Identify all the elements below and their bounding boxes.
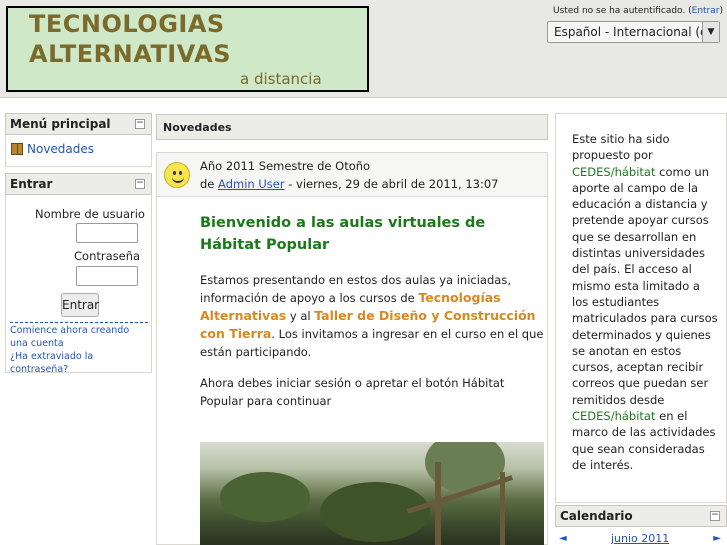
login-info-close: ) (719, 6, 723, 16)
next-month-icon[interactable]: ► (713, 533, 721, 544)
about-block: Este sitio ha sido propuesto por CEDES/h… (555, 113, 727, 503)
page-header: TECNOLOGIAS ALTERNATIVAS a distancia Ust… (0, 0, 727, 98)
login-block: Entrar − Nombre de usuario Contraseña En… (5, 173, 152, 376)
calendar-header: Calendario − (555, 505, 727, 527)
site-logo[interactable]: TECNOLOGIAS ALTERNATIVAS a distancia (6, 6, 369, 92)
author-prefix: de (200, 177, 219, 191)
news-header: Novedades (156, 114, 548, 140)
login-info-text: Usted no se ha autentificado. ( (553, 6, 692, 16)
calendar-month[interactable]: junio 2011 (611, 532, 669, 545)
collapse-icon[interactable]: − (135, 179, 145, 189)
calendar-nav: ◄ junio 2011 ► (555, 532, 727, 545)
collapse-icon[interactable]: − (135, 119, 145, 129)
menu-item-novedades[interactable]: Novedades (11, 142, 94, 156)
photo-pole (500, 472, 505, 545)
prev-month-icon[interactable]: ◄ (559, 533, 567, 544)
login-button[interactable]: Entrar (61, 293, 99, 317)
username-label: Nombre de usuario (35, 207, 145, 221)
signup-link[interactable]: Comience ahora creando una cuenta (10, 324, 148, 350)
divider (10, 322, 148, 323)
logo-line-2: ALTERNATIVAS (29, 40, 232, 68)
author-link[interactable]: Admin User (218, 177, 285, 191)
calendar-title: Calendario (560, 509, 633, 523)
post-heading: Bienvenido a las aulas virtuales de Hábi… (200, 215, 486, 253)
p1-text: y al (286, 309, 315, 323)
avatar-eye (179, 171, 182, 175)
post-header: Año 2011 Semestre de Otoño de Admin User… (157, 153, 547, 197)
username-input[interactable] (76, 223, 138, 243)
chevron-down-icon[interactable]: ▼ (702, 22, 719, 42)
main-menu-header: Menú principal − (5, 113, 152, 135)
avatar-eye (173, 171, 176, 175)
post-photo (200, 442, 544, 545)
about-text-part: Este sitio ha sido propuesto por (572, 132, 670, 163)
post-paragraph-1: Estamos presentando en estos dos aulas y… (200, 271, 545, 361)
collapse-icon[interactable]: − (710, 511, 720, 521)
main-menu-title: Menú principal (10, 117, 111, 131)
post-author-line: de Admin User - viernes, 29 de abril de … (200, 177, 498, 191)
cedes-link[interactable]: CEDES/hábitat (572, 165, 656, 179)
avatar-mouth (172, 177, 184, 183)
forgot-password-link[interactable]: ¿Ha extraviado la contraseña? (10, 350, 151, 376)
post-paragraph-2: Ahora debes iniciar sesión o apretar el … (200, 376, 505, 408)
post-subject: Año 2011 Semestre de Otoño (200, 159, 371, 173)
post-date: - viernes, 29 de abril de 2011, 13:07 (284, 177, 499, 191)
about-text-part: como un aporte al campo de la educación … (572, 164, 718, 407)
logo-line-3: a distancia (240, 70, 322, 88)
news-title: Novedades (163, 121, 232, 134)
photo-tree (220, 472, 310, 522)
forum-post: Año 2011 Semestre de Otoño de Admin User… (156, 152, 548, 545)
login-info: Usted no se ha autentificado. (Entrar) (553, 6, 723, 16)
language-select[interactable]: Español - Internacional (es) ▼ (547, 21, 720, 43)
forum-icon (11, 143, 23, 155)
login-block-header: Entrar − (5, 173, 152, 195)
main-menu-block: Menú principal − Novedades (5, 113, 152, 167)
login-block-title: Entrar (10, 177, 53, 191)
menu-item-label: Novedades (27, 142, 95, 156)
password-input[interactable] (76, 266, 138, 286)
language-value: Español - Internacional (es) (554, 25, 719, 39)
cedes-link[interactable]: CEDES/hábitat (572, 409, 656, 423)
avatar[interactable] (164, 162, 190, 188)
password-label: Contraseña (74, 249, 141, 263)
about-text: Este sitio ha sido propuesto por CEDES/h… (572, 131, 718, 473)
logo-line-1: TECNOLOGIAS (29, 10, 225, 38)
login-link[interactable]: Entrar (692, 6, 720, 16)
